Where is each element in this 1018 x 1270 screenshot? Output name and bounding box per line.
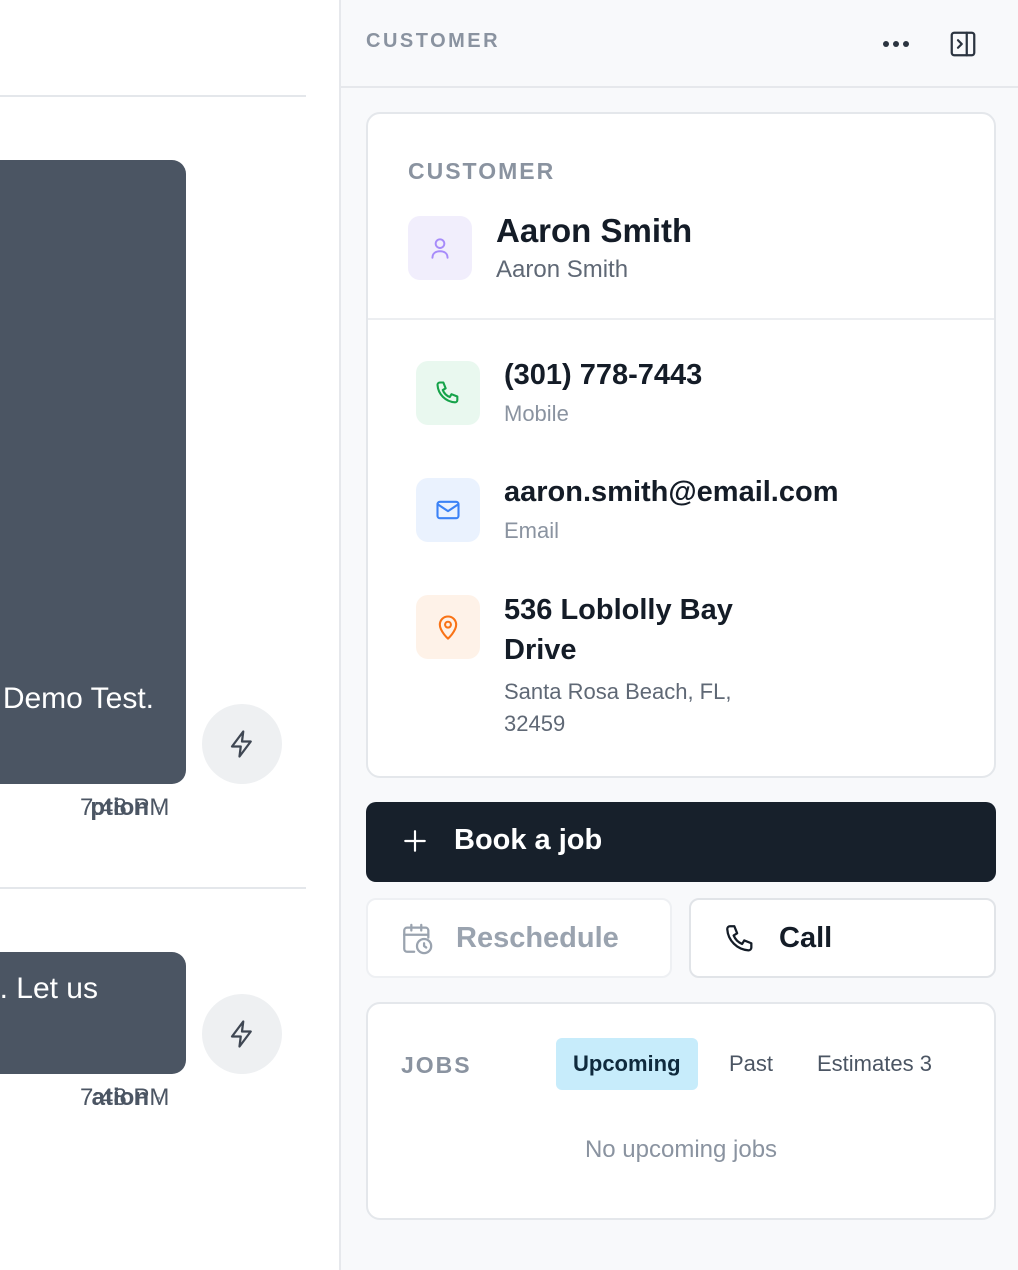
message-bubble: . Let us	[0, 952, 186, 1074]
message-time: 7:48 PM	[80, 794, 170, 821]
message-divider	[0, 887, 306, 889]
jobs-section-label: JOBS	[401, 1052, 472, 1078]
card-divider	[368, 318, 994, 320]
tab-estimates[interactable]: Estimates 3	[800, 1038, 949, 1090]
automation-bolt-button[interactable]	[202, 704, 282, 784]
email-address[interactable]: aaron.smith@email.com	[504, 472, 839, 512]
message-bubble: Demo Test.	[0, 160, 186, 784]
book-job-label: Book a job	[454, 824, 603, 856]
customer-name: Aaron Smith	[496, 212, 693, 249]
book-job-button[interactable]: Book a job	[366, 802, 996, 882]
location-icon-tile	[416, 595, 480, 659]
call-button[interactable]: Call	[689, 898, 996, 978]
lightning-icon	[230, 1020, 252, 1048]
customer-panel: CUSTOMER CUSTOMER Aaron Smith Aaron Smit…	[339, 0, 1018, 1270]
plus-icon	[404, 830, 426, 852]
more-horizontal-icon	[883, 41, 909, 47]
calendar-clock-icon	[403, 923, 433, 955]
phone-icon	[726, 925, 753, 952]
more-options-button[interactable]	[876, 24, 916, 64]
email-icon-tile	[416, 478, 480, 542]
address-city: Santa Rosa Beach, FL,	[504, 679, 732, 704]
email-label: Email	[504, 518, 560, 543]
panel-title: CUSTOMER	[366, 30, 501, 52]
customer-section-label: CUSTOMER	[408, 158, 556, 184]
message-text: Demo Test.	[2, 682, 154, 715]
panel-header: CUSTOMER	[341, 0, 1018, 88]
jobs-card: JOBS Upcoming Past Estimates 3 No upcomi…	[366, 1002, 996, 1220]
tab-upcoming[interactable]: Upcoming	[556, 1038, 698, 1090]
map-pin-icon	[438, 615, 458, 640]
address-zip: 32459	[504, 711, 566, 736]
collapse-panel-button[interactable]	[943, 24, 983, 64]
phone-icon	[436, 381, 459, 404]
message-time: 7:48 PM	[80, 1084, 170, 1111]
phone-type-label: Mobile	[504, 401, 569, 426]
automation-bolt-button[interactable]	[202, 994, 282, 1074]
message-divider	[0, 95, 306, 97]
lightning-icon	[230, 730, 252, 758]
user-icon	[431, 238, 449, 259]
customer-card: CUSTOMER Aaron Smith Aaron Smith (301) 7…	[366, 112, 996, 778]
phone-number[interactable]: (301) 778-7443	[504, 355, 702, 395]
tab-past[interactable]: Past	[712, 1038, 790, 1090]
avatar	[408, 216, 472, 280]
panel-right-icon	[950, 31, 976, 57]
address-line1[interactable]: 536 Loblolly Bay	[504, 590, 733, 630]
reschedule-label: Reschedule	[456, 922, 619, 954]
call-label: Call	[779, 922, 833, 954]
chat-thread: Demo Test. ption · 7:48 PM . Let us ation…	[0, 0, 339, 1270]
empty-jobs-message: No upcoming jobs	[584, 1136, 778, 1163]
address-line2[interactable]: Drive	[504, 630, 577, 670]
customer-subname: Aaron Smith	[496, 256, 629, 283]
reschedule-button[interactable]: Reschedule	[366, 898, 672, 978]
message-text: . Let us	[0, 972, 98, 1005]
phone-icon-tile	[416, 361, 480, 425]
mail-icon	[436, 500, 460, 520]
